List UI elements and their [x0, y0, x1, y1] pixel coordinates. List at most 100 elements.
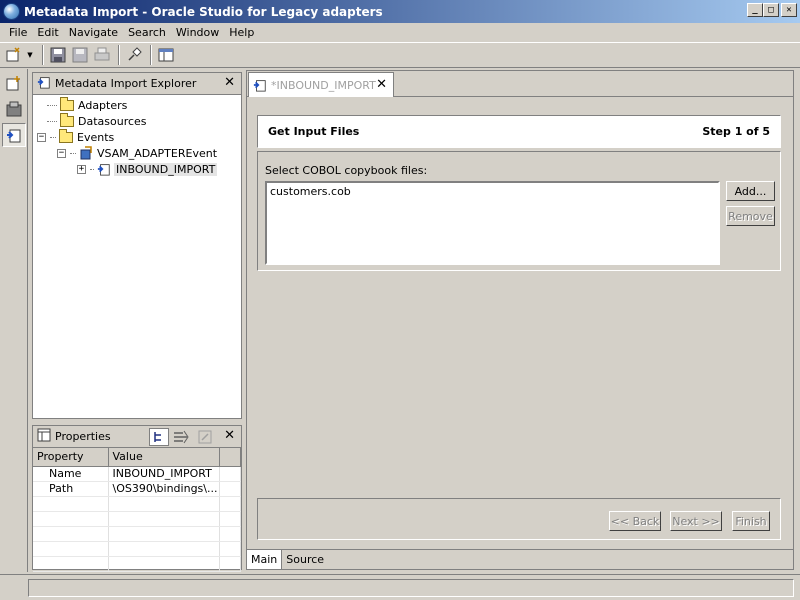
toolbar-separator	[42, 45, 44, 65]
menu-edit[interactable]: Edit	[32, 26, 63, 39]
tab-source[interactable]: Source	[282, 550, 328, 569]
toolbar: ▼	[0, 42, 800, 68]
table-row-empty	[33, 541, 241, 557]
title-bar: Metadata Import - Oracle Studio for Lega…	[0, 0, 800, 23]
finish-button[interactable]: Finish	[732, 511, 770, 531]
properties-close-icon[interactable]: ✕	[224, 429, 235, 443]
table-row-empty	[33, 511, 241, 527]
metadata-import-icon	[37, 75, 51, 92]
folder-icon	[60, 112, 74, 127]
app-globe-icon	[3, 3, 20, 20]
menu-search[interactable]: Search	[123, 26, 171, 39]
copybook-files-group: Select COBOL copybook files: customers.c…	[257, 151, 781, 271]
property-value: INBOUND_IMPORT	[108, 466, 220, 482]
tab-close-icon[interactable]: ✕	[376, 77, 387, 92]
layout-icon[interactable]	[156, 45, 176, 65]
table-row-empty	[33, 526, 241, 542]
back-button[interactable]: << Back	[609, 511, 661, 531]
tree-node-adapters[interactable]: Adapters	[37, 96, 241, 113]
explorer-tree: Adapters Datasources − Events − VSAM_ADA…	[33, 95, 241, 177]
tree-label-inbound-import: INBOUND_IMPORT	[114, 162, 218, 176]
menu-bar: File Edit Navigate Search Window Help	[0, 23, 800, 42]
toolbar-separator	[118, 45, 120, 65]
next-button[interactable]: Next >>	[670, 511, 722, 531]
wizard-header: Get Input Files Step 1 of 5	[257, 115, 781, 148]
tree-connector	[50, 136, 56, 138]
folder-icon	[60, 96, 74, 111]
collapse-icon[interactable]: −	[57, 148, 66, 158]
column-header-property[interactable]: Property	[33, 448, 109, 467]
wizard-navigation: << Back Next >> Finish	[257, 498, 781, 540]
menu-help[interactable]: Help	[224, 26, 259, 39]
tree-node-events[interactable]: − Events	[37, 128, 241, 145]
pin-icon[interactable]	[124, 45, 144, 65]
properties-table: Property Value Name INBOUND_IMPORT Path …	[33, 448, 241, 572]
property-value: \OS390\bindings\...	[108, 481, 220, 497]
tree-node-datasources[interactable]: Datasources	[37, 112, 241, 129]
tree-label-events: Events	[77, 130, 115, 144]
menu-window[interactable]: Window	[171, 26, 224, 39]
tree-label-datasources: Datasources	[78, 114, 147, 128]
folder-icon	[59, 128, 73, 143]
property-name: Name	[33, 466, 109, 482]
properties-header-row: Property Value	[33, 448, 241, 467]
window-controls: _ □ ✕	[747, 3, 797, 17]
properties-panel: Properties ✕ Property Value Name INBOUND…	[32, 425, 242, 572]
tab-inbound-import[interactable]: *INBOUND_IMPORT ✕	[248, 72, 394, 97]
event-icon	[79, 146, 93, 160]
new-wizard-icon[interactable]	[4, 45, 24, 65]
column-header-filler	[219, 448, 241, 467]
toolbar-separator	[150, 45, 152, 65]
status-field	[28, 579, 794, 597]
tree-label-vsam-adapter-event: VSAM_ADAPTEREvent	[97, 146, 218, 160]
tree-node-inbound-import[interactable]: + INBOUND_IMPORT	[37, 161, 241, 177]
window-title: Metadata Import - Oracle Studio for Lega…	[24, 4, 383, 19]
table-row-empty	[33, 496, 241, 512]
save-icon[interactable]	[48, 45, 68, 65]
explorer-header: Metadata Import Explorer ✕	[33, 73, 241, 95]
show-advanced-icon[interactable]	[173, 429, 189, 448]
tree-connector	[70, 152, 76, 154]
list-item[interactable]: customers.cob	[270, 185, 715, 198]
metadata-import-perspective-icon[interactable]	[2, 123, 26, 147]
close-window-button[interactable]: ✕	[781, 3, 797, 17]
restore-default-icon[interactable]	[197, 429, 213, 448]
wizard-step-indicator: Step 1 of 5	[702, 125, 770, 138]
explorer-close-icon[interactable]: ✕	[224, 76, 235, 90]
expand-icon[interactable]: +	[77, 164, 86, 174]
tree-node-vsam-adapter-event[interactable]: − VSAM_ADAPTEREvent	[37, 145, 241, 161]
properties-title: Properties	[55, 430, 111, 443]
new-dropdown-icon[interactable]: ▼	[26, 45, 34, 65]
tree-connector	[90, 168, 94, 170]
property-name: Path	[33, 481, 109, 497]
import-node-icon	[97, 162, 111, 176]
copybook-file-list[interactable]: customers.cob	[265, 181, 720, 265]
show-categories-icon[interactable]	[149, 428, 169, 446]
menu-file[interactable]: File	[4, 26, 32, 39]
status-bar	[0, 574, 800, 600]
collapse-icon[interactable]: −	[37, 132, 46, 142]
properties-icon	[37, 428, 51, 445]
editor-tab-title: *INBOUND_IMPORT	[271, 78, 376, 92]
open-perspective-icon[interactable]	[2, 71, 26, 95]
column-header-value[interactable]: Value	[108, 448, 220, 467]
editor-tab-bar: *INBOUND_IMPORT ✕	[247, 71, 793, 97]
tree-label-adapters: Adapters	[78, 98, 128, 112]
perspective-shortcut-bar	[0, 69, 28, 572]
import-tab-icon	[253, 78, 267, 92]
remove-file-button[interactable]: Remove	[726, 206, 775, 226]
table-row-empty	[33, 556, 241, 572]
wizard-page-title: Get Input Files	[268, 125, 360, 138]
metadata-import-explorer: Metadata Import Explorer ✕ Adapters Data…	[32, 72, 242, 419]
minimize-button[interactable]: _	[747, 3, 763, 17]
maximize-button[interactable]: □	[763, 3, 779, 17]
save-all-icon[interactable]	[70, 45, 90, 65]
table-row[interactable]: Path \OS390\bindings\...	[33, 481, 241, 497]
print-icon[interactable]	[92, 45, 112, 65]
add-file-button[interactable]: Add...	[726, 181, 775, 201]
design-perspective-icon[interactable]	[2, 97, 26, 121]
import-wizard-editor: *INBOUND_IMPORT ✕ Get Input Files Step 1…	[246, 70, 794, 570]
menu-navigate[interactable]: Navigate	[64, 26, 123, 39]
tab-main[interactable]: Main	[247, 550, 283, 569]
table-row[interactable]: Name INBOUND_IMPORT	[33, 466, 241, 482]
